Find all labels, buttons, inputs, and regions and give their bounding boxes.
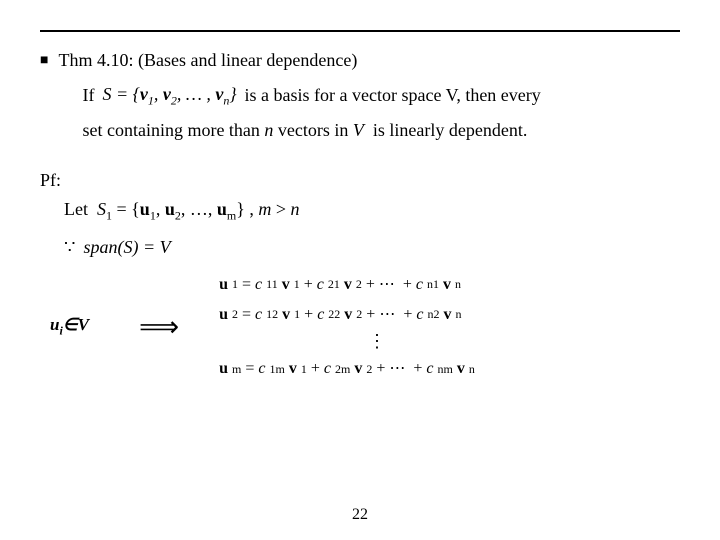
set-line: set containing more than n vectors in V … (82, 115, 540, 146)
proof-label: Pf: (40, 170, 680, 191)
span-line: ∵ span(S) = V (64, 237, 680, 258)
theorem-body: If S = {v1, v2, … , vn} is a basis for a… (82, 79, 540, 146)
vdots: ⋮ (279, 331, 475, 352)
theorem-title: Thm 4.10: (Bases and linear dependence) (58, 50, 357, 70)
equations-list: u1 = c11v1 + c21v2 + ⋯ + cn1vn u2 = c12v… (219, 272, 475, 382)
equations-block: ui∈V ⟹ u1 = c11v1 + c21v2 + ⋯ + cn1vn u2… (50, 272, 680, 382)
if-line: If S = {v1, v2, … , vn} is a basis for a… (82, 79, 540, 111)
ui-in-v-label: ui∈V (50, 315, 89, 338)
theorem-row: ■ Thm 4.10: (Bases and linear dependence… (40, 50, 680, 146)
set-expr: S = {v1, v2, … , vn} (102, 79, 236, 111)
proof-section: Pf: Let S1 = {u1, u2, …, um} , m > n ∵ s… (40, 170, 680, 382)
since-symbol: ∵ (64, 237, 75, 258)
eq-row-2: u2 = c12v1 + c22v2 + ⋯ + cn2vn (219, 302, 475, 328)
bullet-icon: ■ (40, 53, 48, 69)
eq-row-1: u1 = c11v1 + c21v2 + ⋯ + cn1vn (219, 272, 475, 298)
let-line: Let S1 = {u1, u2, …, um} , m > n (64, 199, 680, 224)
span-expr: span(S) = V (83, 237, 170, 258)
page-number: 22 (352, 506, 368, 524)
theorem-section: ■ Thm 4.10: (Bases and linear dependence… (40, 50, 680, 152)
page: ■ Thm 4.10: (Bases and linear dependence… (0, 0, 720, 540)
eq-row-m: um = c1mv1 + c2mv2 + ⋯ + cnmvn (219, 356, 475, 382)
implies-arrow: ⟹ (139, 310, 179, 344)
if-rest: is a basis for a vector space V, then ev… (245, 80, 541, 111)
if-label: If (82, 80, 94, 111)
top-divider (40, 30, 680, 32)
